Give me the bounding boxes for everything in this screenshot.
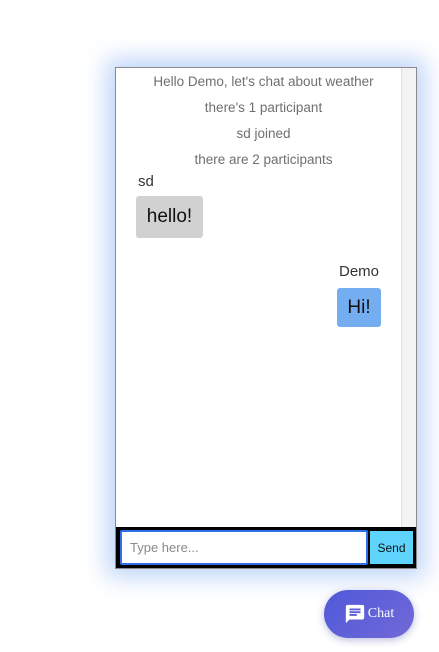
message-sender-name: Demo (339, 263, 380, 280)
message-list[interactable]: Hello Demo, let's chat about weather the… (116, 68, 401, 527)
message-scrollbar[interactable] (401, 68, 416, 527)
system-message: sd joined (236, 126, 291, 141)
system-message: Hello Demo, let's chat about weather (153, 74, 374, 89)
chat-window: Hello Demo, let's chat about weather the… (115, 67, 417, 569)
chat-launcher-label: Chat (367, 606, 395, 621)
system-message: there's 1 participant (204, 100, 323, 115)
message-sender-name: sd (138, 173, 154, 190)
message-bubble-outgoing: Hi! (337, 288, 381, 327)
chat-launcher-button[interactable]: Chat (324, 590, 414, 638)
message-input[interactable] (120, 530, 368, 565)
system-message: there are 2 participants (194, 152, 333, 167)
chat-bubble-icon (344, 603, 366, 625)
message-bubble-incoming: hello! (136, 196, 203, 238)
send-button[interactable]: Send (370, 531, 413, 564)
message-composer: Send (116, 527, 416, 568)
